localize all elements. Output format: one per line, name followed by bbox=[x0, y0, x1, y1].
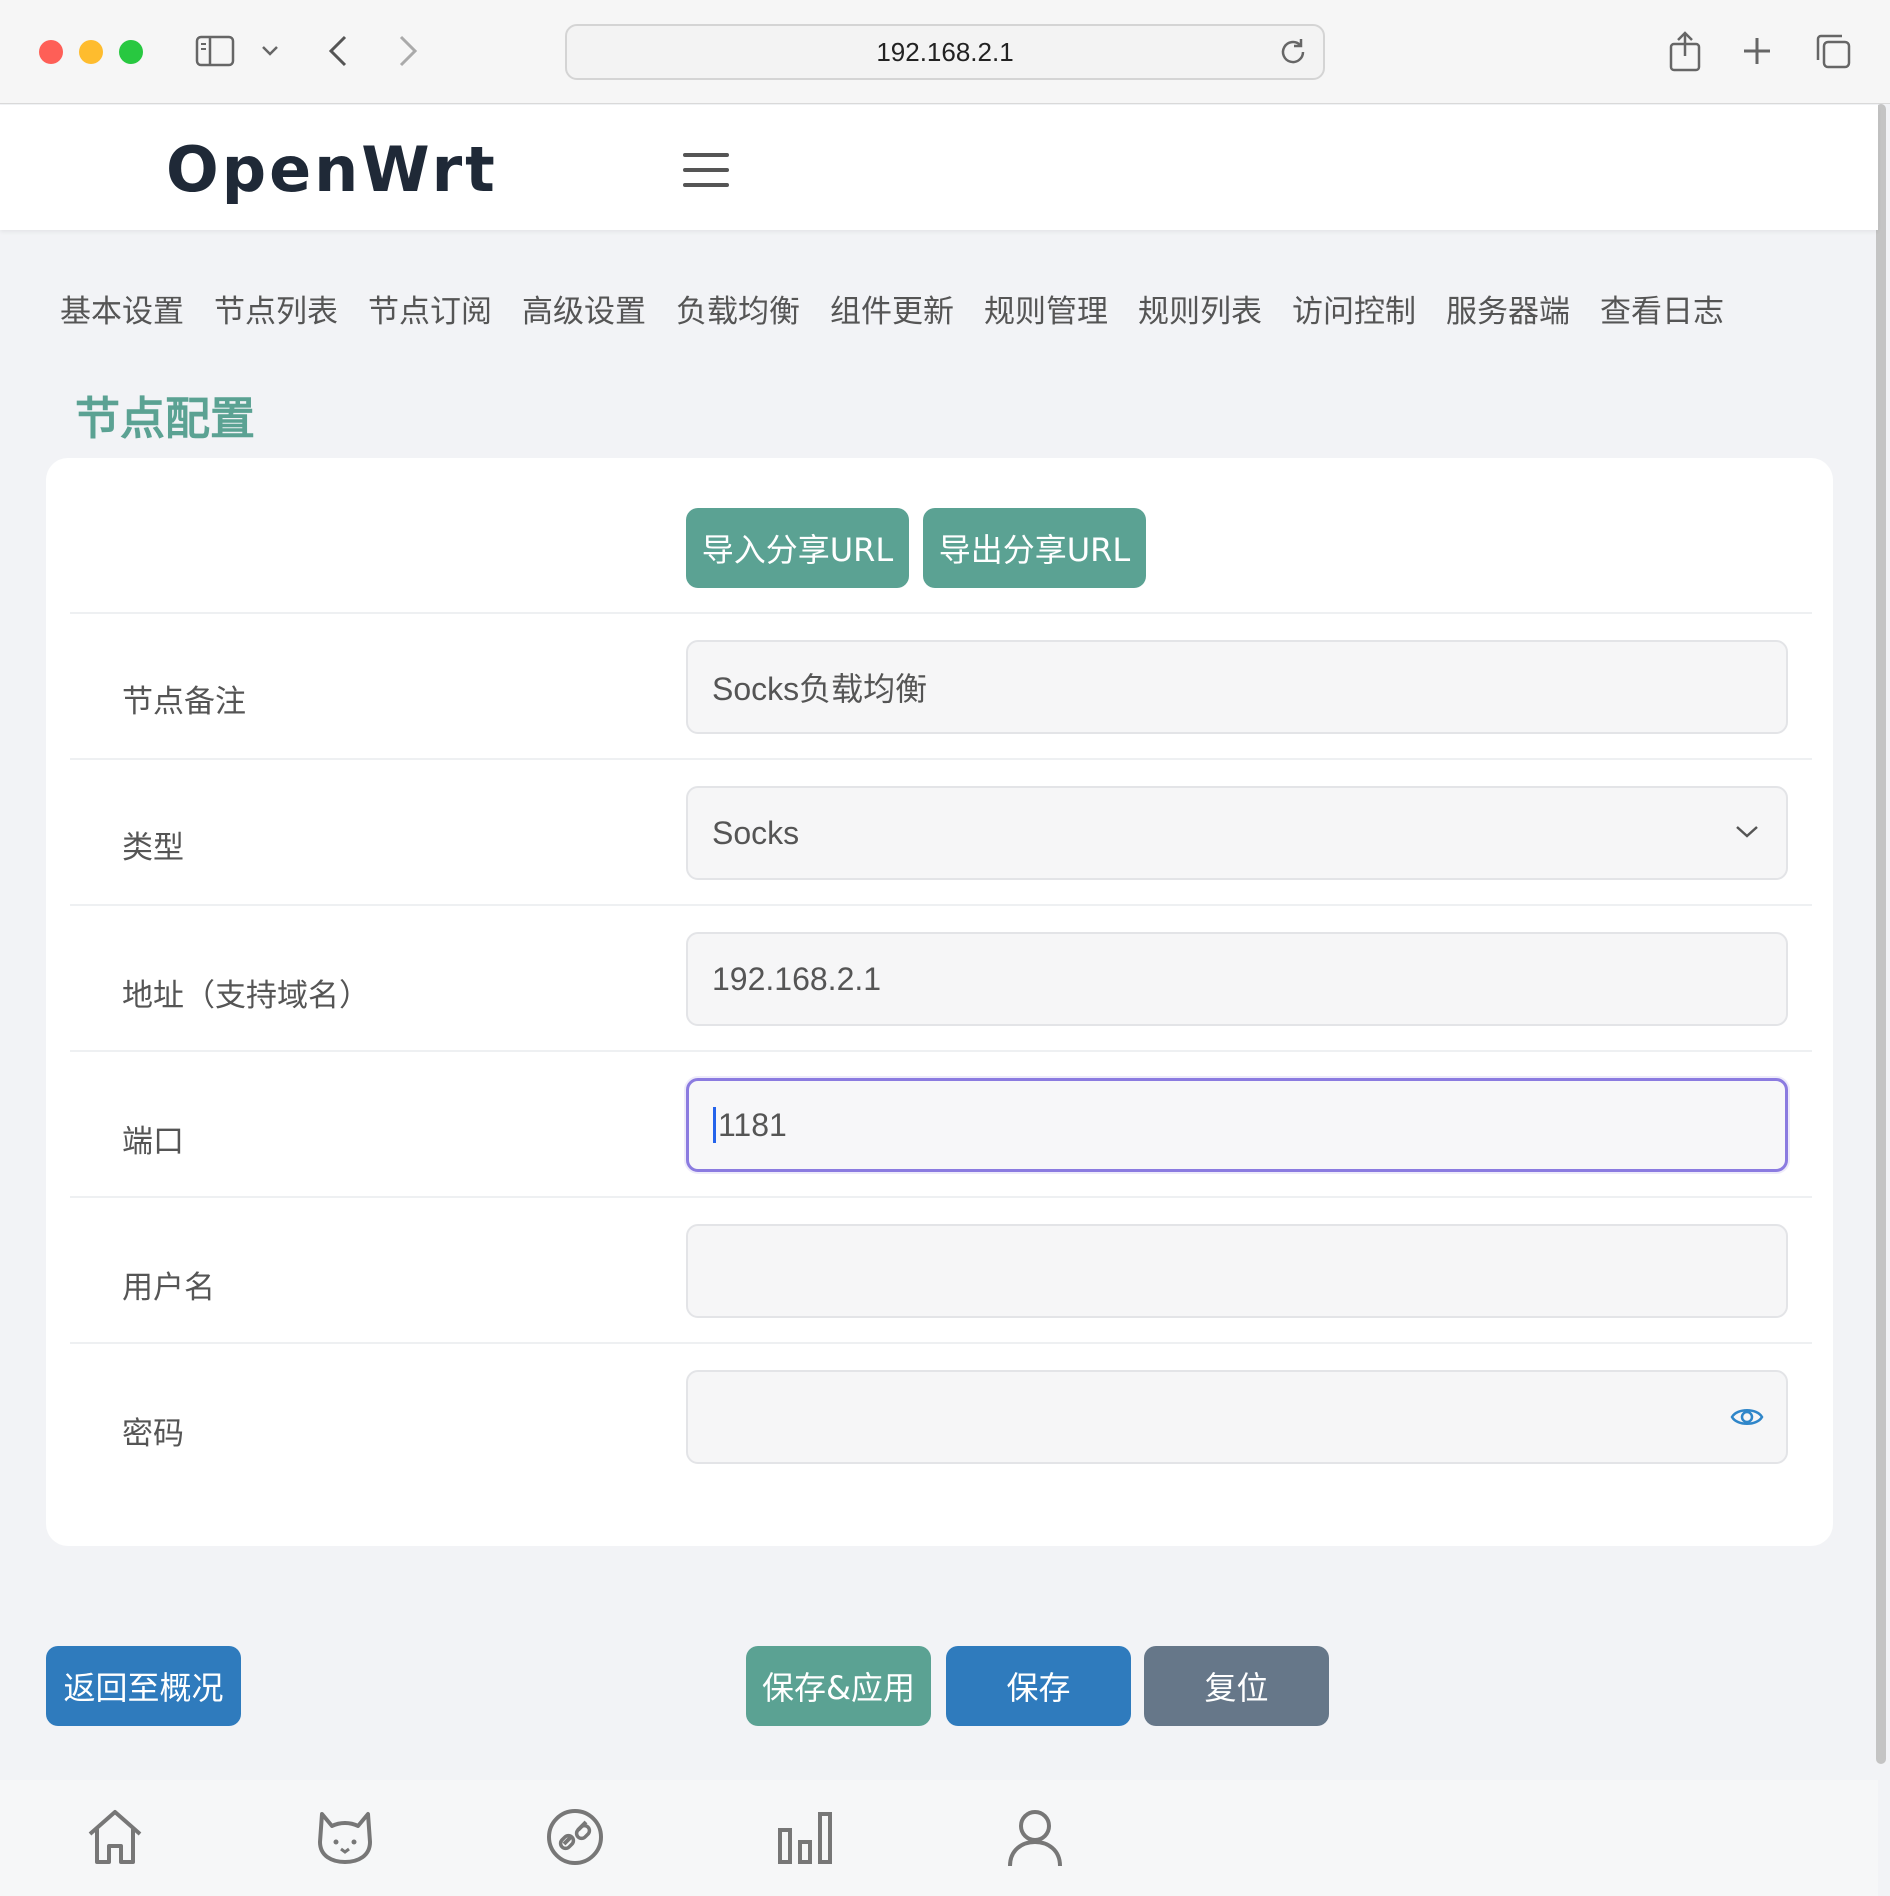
remark-label: 节点备注 bbox=[122, 684, 246, 720]
export-share-url-button[interactable]: 导出分享URL bbox=[923, 508, 1146, 588]
tab-bar: 基本设置 节点列表 节点订阅 高级设置 负载均衡 组件更新 规则管理 规则列表 … bbox=[60, 286, 1724, 331]
address-value: 192.168.2.1 bbox=[712, 960, 882, 997]
tab-server[interactable]: 服务器端 bbox=[1446, 286, 1570, 331]
share-icon[interactable] bbox=[1660, 26, 1710, 76]
type-select[interactable]: Socks bbox=[686, 786, 1788, 880]
tab-node-list[interactable]: 节点列表 bbox=[214, 286, 338, 331]
remark-input[interactable]: Socks负载均衡 bbox=[686, 640, 1788, 734]
form-row-password: 密码 bbox=[70, 1342, 1812, 1490]
link-icon[interactable] bbox=[542, 1804, 608, 1870]
new-tab-icon[interactable] bbox=[1732, 26, 1782, 76]
type-value: Socks bbox=[712, 814, 800, 851]
bottom-nav bbox=[0, 1780, 1878, 1896]
type-label: 类型 bbox=[122, 830, 184, 866]
save-apply-button[interactable]: 保存&应用 bbox=[746, 1646, 931, 1726]
port-input[interactable]: 1181 bbox=[686, 1078, 1788, 1172]
tab-view-log[interactable]: 查看日志 bbox=[1600, 286, 1724, 331]
forward-arrow-icon[interactable] bbox=[383, 26, 433, 76]
form-row-remark: 节点备注 Socks负载均衡 bbox=[70, 612, 1812, 760]
form-row-port: 端口 1181 bbox=[70, 1050, 1812, 1198]
tab-load-balance[interactable]: 负载均衡 bbox=[676, 286, 800, 331]
user-icon[interactable] bbox=[1002, 1804, 1068, 1870]
minimize-window-button[interactable] bbox=[79, 40, 103, 64]
sidebar-toggle-icon[interactable] bbox=[190, 26, 240, 76]
password-input[interactable] bbox=[686, 1370, 1788, 1464]
cat-icon[interactable] bbox=[312, 1804, 378, 1870]
back-arrow-icon[interactable] bbox=[313, 26, 363, 76]
eye-icon[interactable] bbox=[1730, 1402, 1764, 1432]
url-text: 192.168.2.1 bbox=[876, 36, 1014, 67]
import-share-url-button[interactable]: 导入分享URL bbox=[686, 508, 909, 588]
tab-overview-icon[interactable] bbox=[1808, 26, 1858, 76]
share-url-row: 导入分享URL 导出分享URL bbox=[686, 508, 1146, 588]
port-label: 端口 bbox=[122, 1124, 184, 1160]
home-icon[interactable] bbox=[82, 1804, 148, 1870]
node-config-card: 导入分享URL 导出分享URL 节点备注 Socks负载均衡 类型 Socks … bbox=[46, 458, 1833, 1546]
reset-button[interactable]: 复位 bbox=[1144, 1646, 1329, 1726]
text-caret bbox=[713, 1107, 716, 1143]
reload-icon[interactable] bbox=[1277, 36, 1309, 68]
password-label: 密码 bbox=[122, 1416, 184, 1452]
zoom-window-button[interactable] bbox=[119, 40, 143, 64]
app-header: OpenWrt bbox=[0, 105, 1878, 230]
tab-access-control[interactable]: 访问控制 bbox=[1292, 286, 1416, 331]
brand-logo[interactable]: OpenWrt bbox=[166, 133, 498, 206]
save-button[interactable]: 保存 bbox=[946, 1646, 1131, 1726]
bar-chart-icon[interactable] bbox=[772, 1804, 838, 1870]
username-label: 用户名 bbox=[122, 1270, 215, 1306]
form-row-username: 用户名 bbox=[70, 1196, 1812, 1344]
address-input[interactable]: 192.168.2.1 bbox=[686, 932, 1788, 1026]
tab-rule-list[interactable]: 规则列表 bbox=[1138, 286, 1262, 331]
menu-icon[interactable] bbox=[683, 153, 729, 187]
chevron-down-icon bbox=[1736, 826, 1758, 838]
tab-component-update[interactable]: 组件更新 bbox=[830, 286, 954, 331]
tab-basic-settings[interactable]: 基本设置 bbox=[60, 286, 184, 331]
scrollbar[interactable] bbox=[1876, 104, 1886, 1764]
page-title: 节点配置 bbox=[75, 392, 256, 445]
remark-value: Socks负载均衡 bbox=[712, 671, 928, 707]
address-label: 地址（支持域名） bbox=[122, 978, 370, 1014]
tab-node-subscribe[interactable]: 节点订阅 bbox=[368, 286, 492, 331]
chevron-down-icon[interactable] bbox=[245, 26, 295, 76]
browser-toolbar: 192.168.2.1 bbox=[0, 0, 1890, 104]
tab-rule-manage[interactable]: 规则管理 bbox=[984, 286, 1108, 331]
close-window-button[interactable] bbox=[39, 40, 63, 64]
tab-advanced-settings[interactable]: 高级设置 bbox=[522, 286, 646, 331]
username-input[interactable] bbox=[686, 1224, 1788, 1318]
form-row-type: 类型 Socks bbox=[70, 758, 1812, 906]
back-to-overview-button[interactable]: 返回至概况 bbox=[46, 1646, 241, 1726]
port-value: 1181 bbox=[718, 1106, 787, 1143]
address-bar[interactable]: 192.168.2.1 bbox=[565, 24, 1325, 80]
form-row-address: 地址（支持域名） 192.168.2.1 bbox=[70, 904, 1812, 1052]
